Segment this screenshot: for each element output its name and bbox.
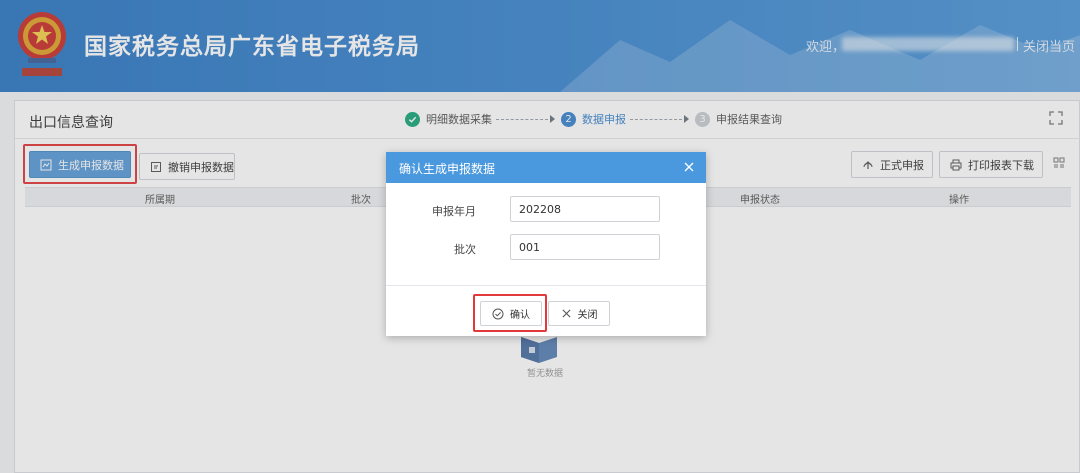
batch-input[interactable] <box>510 234 660 260</box>
period-label: 申报年月 <box>432 205 476 218</box>
x-icon <box>561 309 571 318</box>
dialog-divider <box>386 285 706 286</box>
close-icon[interactable] <box>682 160 696 174</box>
dialog-title: 确认生成申报数据 <box>399 162 496 176</box>
dialog-close-label: 关闭 <box>577 310 598 321</box>
dialog-header: 确认生成申报数据 <box>386 152 706 183</box>
highlight-confirm <box>473 294 547 332</box>
batch-label: 批次 <box>454 243 476 256</box>
dialog-close-button[interactable]: 关闭 <box>548 301 610 326</box>
confirm-dialog: 确认生成申报数据 申报年月 批次 确认 关闭 <box>386 152 706 336</box>
period-input[interactable] <box>510 196 660 222</box>
